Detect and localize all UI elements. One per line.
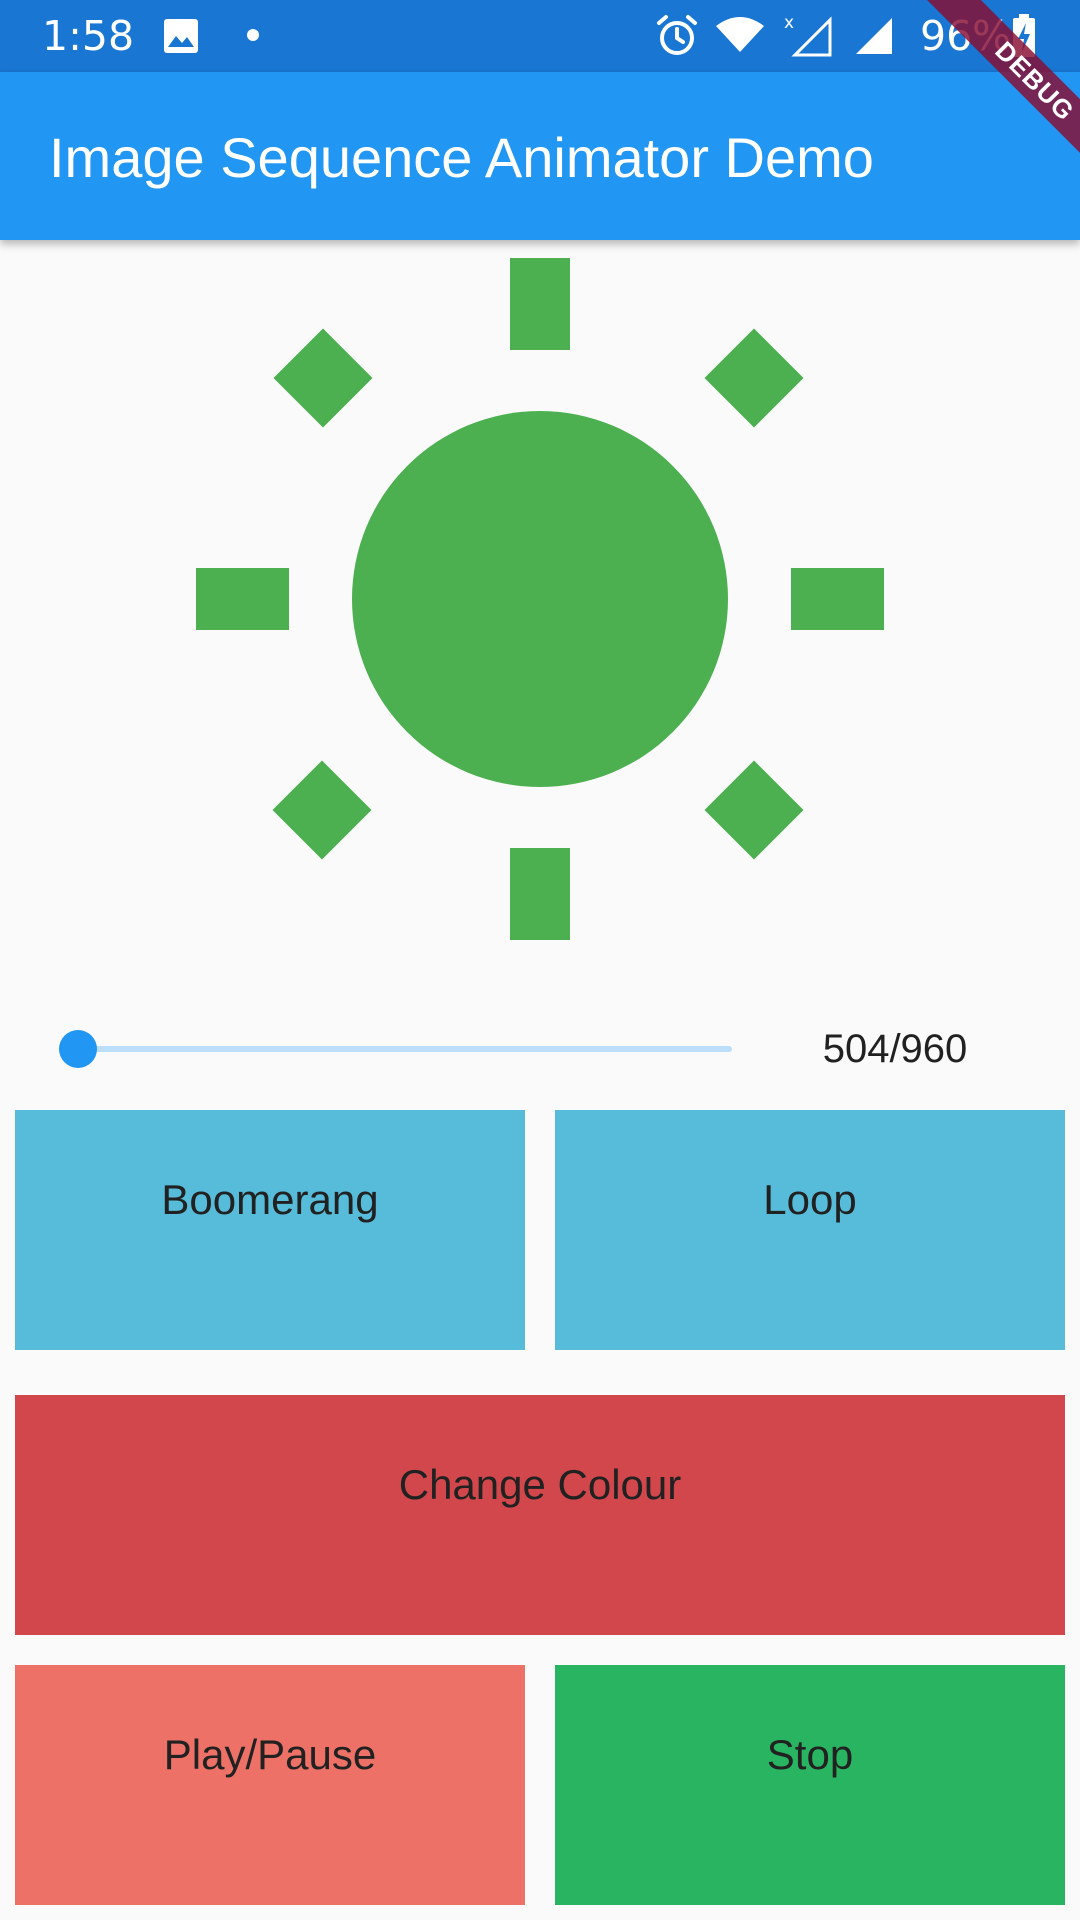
boomerang-button-label: Boomerang	[161, 1176, 379, 1223]
sun-icon	[0, 240, 1080, 965]
stop-button[interactable]: Stop	[555, 1665, 1065, 1905]
wifi-icon	[715, 16, 765, 59]
status-time: 1:58	[42, 12, 135, 60]
frame-counter: 504/960	[822, 1027, 968, 1071]
change-colour-button[interactable]: Change Colour	[15, 1395, 1065, 1635]
loop-button[interactable]: Loop	[555, 1110, 1065, 1350]
change-colour-button-label: Change Colour	[398, 1461, 682, 1508]
image-icon	[163, 18, 199, 59]
play-pause-button-label: Play/Pause	[163, 1731, 377, 1778]
no-signal-icon: x	[782, 12, 834, 63]
app-title: Image Sequence Animator Demo	[49, 126, 874, 189]
app-screen: 1:58 x Image Sequence Animator Demo DEBU…	[0, 0, 1080, 1920]
loop-button-label: Loop	[763, 1176, 857, 1223]
progress-slider[interactable]	[59, 1028, 732, 1070]
app-bar: Image Sequence Animator Demo	[0, 72, 1080, 240]
stop-button-label: Stop	[766, 1731, 854, 1778]
dot-icon	[246, 28, 260, 47]
slider-track[interactable]	[78, 1046, 732, 1052]
play-pause-button[interactable]: Play/Pause	[15, 1665, 525, 1905]
alarm-icon	[655, 14, 699, 63]
slider-thumb[interactable]	[59, 1030, 97, 1068]
boomerang-button[interactable]: Boomerang	[15, 1110, 525, 1350]
status-bar: 1:58 x	[0, 0, 1080, 72]
signal-icon	[850, 16, 894, 61]
svg-text:x: x	[784, 13, 794, 33]
